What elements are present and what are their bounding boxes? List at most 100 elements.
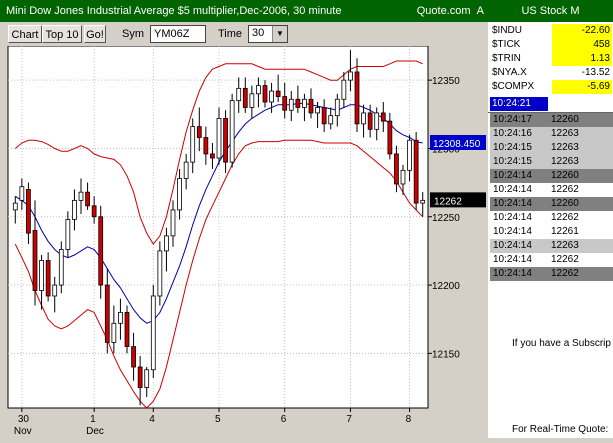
candle-body bbox=[78, 191, 84, 201]
candle-body bbox=[387, 120, 393, 155]
candle-body bbox=[400, 169, 406, 185]
quote-symbol: $COMPX bbox=[492, 81, 535, 92]
price-chart: 123501230012250122001215030Nov1Dec456781… bbox=[0, 45, 488, 438]
trade-price: 12261 bbox=[551, 226, 579, 237]
candle-body bbox=[32, 230, 38, 291]
candle-body bbox=[157, 250, 163, 297]
candle-body bbox=[45, 260, 51, 297]
chart-button[interactable]: Chart bbox=[8, 25, 42, 43]
time-sales-row: 10:24:14 12261 bbox=[490, 225, 613, 239]
trade-time: 10:24:15 bbox=[493, 142, 532, 153]
x-tick-label: 8 bbox=[406, 414, 412, 425]
candle-body bbox=[98, 216, 104, 286]
candle-body bbox=[150, 295, 156, 371]
trade-time: 10:24:17 bbox=[493, 114, 532, 125]
trade-time: 10:24:15 bbox=[493, 156, 532, 167]
time-interval-select[interactable]: 30 ▼ bbox=[248, 25, 288, 43]
y-tick-label: 12150 bbox=[432, 349, 460, 360]
time-sales-row: 10:24:14 12262 bbox=[490, 211, 613, 225]
candle-body bbox=[354, 71, 360, 125]
top10-button[interactable]: Top 10 bbox=[42, 25, 82, 43]
brand-mark: A bbox=[476, 5, 484, 17]
candle-body bbox=[58, 249, 64, 286]
candle-body bbox=[262, 85, 268, 103]
go-button[interactable]: Go! bbox=[84, 25, 106, 43]
x-tick-label: 1 bbox=[90, 414, 96, 425]
brand-name: Quote.com bbox=[416, 5, 471, 17]
y-tick-label: 12200 bbox=[432, 281, 460, 292]
y-tick-label: 12250 bbox=[432, 213, 460, 224]
quote-row[interactable]: $TRIN 1.13 bbox=[490, 52, 613, 66]
candle-body bbox=[144, 369, 150, 388]
quote-row[interactable]: $INDU -22.60 bbox=[490, 24, 613, 38]
candle-body bbox=[242, 87, 248, 108]
candle-body bbox=[203, 137, 209, 155]
x-tick-label: 30 bbox=[18, 414, 30, 425]
trade-price: 12262 bbox=[551, 212, 579, 223]
quote-value: -13.52 bbox=[552, 66, 612, 80]
time-sales-row: 10:24:15 12263 bbox=[490, 155, 613, 169]
time-sales-row: 10:24:16 12263 bbox=[490, 127, 613, 141]
candle-body bbox=[124, 311, 130, 347]
quote-value: -5.69 bbox=[552, 80, 612, 94]
quote-row[interactable]: $COMPX -5.69 bbox=[490, 80, 613, 94]
quote-row[interactable]: $TICK 458 bbox=[490, 38, 613, 52]
chart-titlebar: Mini Dow Jones Industrial Average $5 mul… bbox=[0, 0, 488, 22]
candle-body bbox=[328, 115, 334, 125]
realtime-quote-message: For Real-Time Quote: bbox=[512, 424, 609, 435]
x-tick-month-label: Nov bbox=[14, 426, 32, 437]
candle-body bbox=[315, 107, 320, 114]
time-label: Time bbox=[218, 28, 243, 40]
trade-price: 12260 bbox=[551, 114, 579, 125]
quote-symbol: $NYA.X bbox=[492, 67, 527, 78]
candle-body bbox=[19, 186, 25, 201]
quote-value: 1.13 bbox=[552, 52, 612, 66]
trade-time: 10:24:14 bbox=[493, 184, 532, 195]
candle-body bbox=[183, 161, 189, 179]
candle-body bbox=[190, 126, 196, 163]
trade-price: 12263 bbox=[551, 142, 579, 153]
candle-body bbox=[420, 199, 426, 204]
candle-body bbox=[236, 87, 242, 102]
candle-body bbox=[413, 139, 419, 204]
candle-body bbox=[196, 126, 202, 138]
sym-label: Sym bbox=[122, 28, 144, 40]
time-sales-row: 10:24:14 12263 bbox=[490, 239, 613, 253]
trade-price: 12260 bbox=[551, 198, 579, 209]
current-time: 10:24:21 bbox=[490, 97, 548, 111]
x-tick-label: 5 bbox=[215, 414, 221, 425]
quote-row[interactable]: $NYA.X -13.52 bbox=[490, 66, 613, 80]
quotes-panel: US Stock M $INDU -22.60 $TICK 458 $TRIN 1.13 $… bbox=[488, 0, 613, 438]
trade-price: 12263 bbox=[551, 156, 579, 167]
trade-price: 12263 bbox=[551, 240, 579, 251]
trade-price: 12262 bbox=[551, 268, 579, 279]
candle-body bbox=[104, 284, 110, 343]
trade-price: 12262 bbox=[551, 254, 579, 265]
trade-price: 12260 bbox=[551, 170, 579, 181]
candle-body bbox=[269, 90, 274, 103]
trade-time: 10:24:16 bbox=[493, 128, 532, 139]
candle-body bbox=[302, 98, 307, 108]
candle-body bbox=[39, 260, 44, 291]
time-sales-row: 10:24:14 12262 bbox=[490, 253, 613, 267]
candle-body bbox=[210, 153, 215, 159]
trade-time: 10:24:14 bbox=[493, 254, 532, 265]
time-sales-row: 10:24:14 12262 bbox=[490, 267, 613, 281]
time-sales-row: 10:24:14 12260 bbox=[490, 169, 613, 183]
candle-body bbox=[177, 178, 182, 211]
trade-time: 10:24:14 bbox=[493, 170, 532, 181]
candle-body bbox=[223, 118, 228, 163]
candle-body bbox=[380, 112, 386, 122]
candle-body bbox=[407, 139, 412, 171]
symbol-input[interactable] bbox=[150, 25, 206, 43]
candle-body bbox=[131, 346, 136, 368]
candle-body bbox=[164, 235, 169, 252]
candle-body bbox=[249, 93, 255, 108]
candle-body bbox=[282, 96, 288, 111]
trade-time: 10:24:14 bbox=[493, 226, 532, 237]
y-tick-label: 12350 bbox=[432, 76, 460, 87]
chevron-down-icon[interactable]: ▼ bbox=[272, 26, 287, 42]
quote-symbol: $TRIN bbox=[492, 53, 521, 64]
x-tick-label: 7 bbox=[346, 414, 352, 425]
quotes-panel-header: US Stock M bbox=[488, 0, 613, 22]
